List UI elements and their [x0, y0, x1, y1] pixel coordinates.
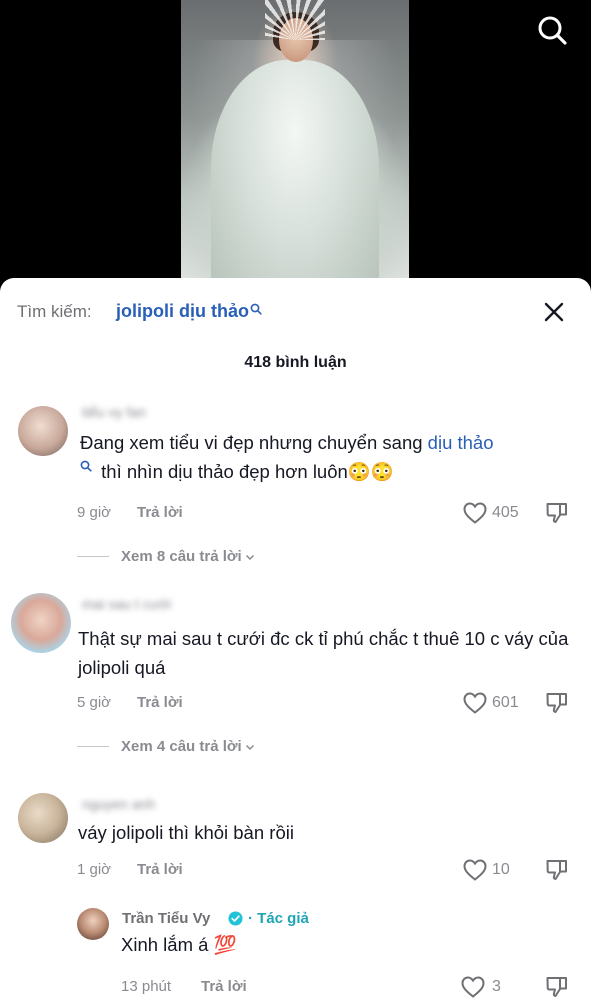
comment-item: tiểu vy fan Đang xem tiểu vi đẹp nhưng c…	[0, 398, 591, 578]
reply-button[interactable]: Trả lời	[137, 694, 183, 711]
avatar[interactable]	[18, 793, 68, 843]
view-replies-button[interactable]: Xem 8 câu trả lời	[77, 548, 255, 565]
comment-text-part: thì nhìn dịu thảo đẹp hơn luôn😳😳	[96, 461, 394, 482]
comments-sheet: Tìm kiếm: jolipoli dịu thảo 418 bình luậ…	[0, 278, 591, 1007]
comment-count: 418 bình luận	[244, 354, 347, 371]
like-count: 601	[492, 694, 519, 711]
search-icon[interactable]	[536, 14, 568, 46]
divider-line	[77, 556, 109, 557]
heart-icon[interactable]	[461, 976, 485, 998]
thumbs-down-icon[interactable]	[545, 858, 569, 882]
author-tag: · Tác giả	[248, 910, 309, 927]
view-replies-label: Xem 8 câu trả lời	[121, 548, 242, 565]
close-icon[interactable]	[542, 300, 566, 324]
divider-line	[77, 746, 109, 747]
thumbs-down-icon[interactable]	[545, 975, 569, 999]
thumbs-down-icon[interactable]	[545, 691, 569, 715]
heart-icon[interactable]	[463, 692, 487, 714]
reply-time: 13 phút	[121, 978, 172, 995]
reply-button[interactable]: Trả lời	[137, 504, 183, 521]
heart-icon[interactable]	[463, 859, 487, 881]
avatar[interactable]	[18, 406, 68, 456]
reply-button[interactable]: Trả lời	[137, 861, 183, 878]
video-player[interactable]	[0, 0, 591, 300]
author-name[interactable]: Trần Tiểu Vy	[122, 910, 210, 927]
search-small-icon	[250, 303, 262, 315]
author-reply-text: Xinh lắm á 💯	[121, 934, 237, 955]
crown	[265, 0, 325, 40]
comment-username[interactable]: tiểu vy fan	[82, 404, 146, 420]
reply-button[interactable]: Trả lời	[201, 978, 247, 995]
verified-badge-icon	[228, 911, 243, 926]
comment-item: nguyen anh váy jolipoli thì khỏi bàn rồi…	[0, 788, 591, 1007]
comment-username[interactable]: mai sau t cưới	[82, 596, 171, 612]
comment-text: Thật sự mai sau t cưới đc ck tỉ phú chắc…	[78, 628, 569, 678]
heart-icon[interactable]	[463, 502, 487, 524]
search-term-link[interactable]: jolipoli dịu thảo	[116, 301, 262, 322]
author-avatar[interactable]	[77, 908, 109, 940]
wedding-dress	[211, 60, 379, 290]
view-replies-label: Xem 4 câu trả lời	[121, 738, 242, 755]
comment-time: 9 giờ	[77, 504, 112, 521]
mention-link[interactable]: dịu thảo	[428, 432, 494, 453]
avatar[interactable]	[11, 593, 71, 653]
comment-time: 1 giờ	[77, 861, 112, 878]
comment-text: Đang xem tiểu vi đẹp nhưng chuyển sang d…	[80, 428, 570, 486]
view-replies-button[interactable]: Xem 4 câu trả lời	[77, 738, 255, 755]
chevron-down-icon	[245, 554, 254, 560]
comment-text: váy jolipoli thì khỏi bàn rồii	[78, 822, 294, 843]
comment-text-part: Đang xem tiểu vi đẹp nhưng chuyển sang	[80, 432, 428, 453]
like-count: 10	[492, 861, 510, 878]
like-count: 3	[492, 978, 501, 995]
author-reply: Trần Tiểu Vy · Tác giả Xinh lắm á 💯 13 p…	[0, 900, 591, 1007]
comment-time: 5 giờ	[77, 694, 112, 711]
thumbs-down-icon[interactable]	[545, 501, 569, 525]
search-prefix-label: Tìm kiếm:	[17, 302, 92, 321]
search-small-icon	[80, 460, 92, 472]
comment-username[interactable]: nguyen anh	[82, 796, 155, 812]
comment-item: mai sau t cưới Thật sự mai sau t cưới đc…	[0, 588, 591, 773]
search-term-text: jolipoli dịu thảo	[116, 301, 249, 321]
like-count: 405	[492, 504, 519, 521]
comments-header: Tìm kiếm: jolipoli dịu thảo	[0, 278, 591, 348]
chevron-down-icon	[245, 744, 254, 750]
video-thumbnail[interactable]	[181, 0, 409, 290]
